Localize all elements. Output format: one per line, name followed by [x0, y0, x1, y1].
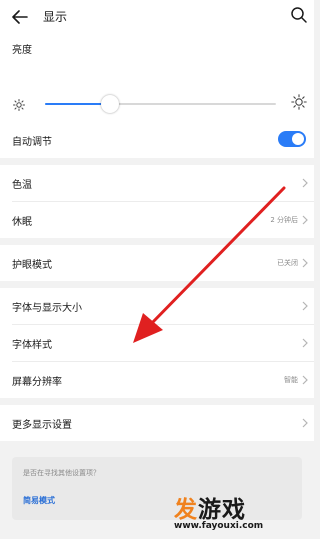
font-resolution-card: 字体与显示大小 字体样式 屏幕分辨率 智能	[0, 288, 314, 398]
sleep-label: 休眠	[12, 216, 32, 228]
sleep-row[interactable]: 休眠 2 分钟后	[0, 202, 314, 238]
watermark-name: 发游戏	[174, 497, 246, 523]
top-bar: 显示	[0, 0, 314, 33]
sleep-value: 2 分钟后	[270, 216, 298, 224]
simple-mode-link[interactable]: 简易模式	[23, 495, 55, 506]
resolution-row[interactable]: 屏幕分辨率 智能	[0, 362, 314, 398]
brightness-card: 亮度 自动调节	[0, 33, 314, 158]
auto-adjust-toggle[interactable]	[278, 131, 306, 147]
font-style-row[interactable]: 字体样式	[0, 325, 314, 361]
resolution-value: 智能	[284, 376, 298, 384]
font-size-row[interactable]: 字体与显示大小	[0, 288, 314, 324]
chevron-right-icon	[302, 418, 308, 428]
chevron-right-icon	[302, 215, 308, 225]
brightness-section: 亮度	[0, 33, 314, 122]
eye-care-label: 护眼模式	[12, 259, 52, 271]
chevron-right-icon	[302, 258, 308, 268]
auto-adjust-label: 自动调节	[12, 136, 52, 148]
sun-icon	[291, 94, 307, 114]
slider-fill	[45, 103, 110, 105]
toggle-knob	[292, 133, 304, 145]
slider-thumb[interactable]	[100, 95, 119, 113]
watermark-url: www.fayouxi.com	[174, 521, 264, 531]
eye-care-value: 已关闭	[277, 259, 298, 267]
eye-care-row[interactable]: 护眼模式 已关闭	[0, 245, 314, 281]
search-icon[interactable]	[290, 6, 308, 24]
eye-care-card: 护眼模式 已关闭	[0, 245, 314, 281]
auto-adjust-row[interactable]: 自动调节	[0, 122, 314, 158]
more-display-settings-row[interactable]: 更多显示设置	[0, 405, 314, 441]
page-title: 显示	[43, 10, 68, 24]
color-temperature-row[interactable]: 色温	[0, 165, 314, 201]
chevron-right-icon	[302, 375, 308, 385]
brightness-label: 亮度	[12, 45, 32, 56]
back-arrow-icon[interactable]	[10, 7, 30, 27]
resolution-label: 屏幕分辨率	[12, 376, 62, 388]
chevron-right-icon	[302, 301, 308, 311]
more-display-settings-label: 更多显示设置	[12, 419, 72, 431]
more-card: 更多显示设置	[0, 405, 314, 441]
chevron-right-icon	[302, 338, 308, 348]
watermark-logo: 发游戏 www.fayouxi.com	[172, 490, 312, 536]
sun-icon	[13, 96, 25, 115]
suggestion-question: 是否在寻找其他设置项？	[23, 469, 100, 477]
chevron-right-icon	[302, 178, 308, 188]
brightness-slider[interactable]	[45, 95, 276, 113]
font-size-label: 字体与显示大小	[12, 302, 82, 314]
font-style-label: 字体样式	[12, 339, 52, 351]
color-temperature-label: 色温	[12, 179, 32, 191]
temp-sleep-card: 色温 休眠 2 分钟后	[0, 165, 314, 238]
